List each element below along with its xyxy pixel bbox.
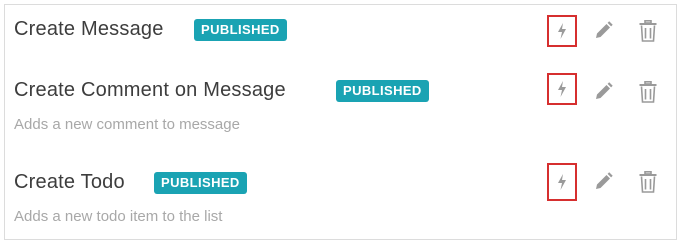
action-description: Adds a new comment to message bbox=[14, 116, 240, 133]
trash-icon bbox=[639, 171, 657, 193]
run-action-button[interactable] bbox=[547, 163, 577, 201]
action-title: Create Message bbox=[14, 18, 164, 40]
lightning-bolt-icon bbox=[558, 174, 566, 190]
edit-action-button[interactable] bbox=[588, 77, 618, 107]
pencil-icon bbox=[596, 82, 613, 99]
delete-action-button[interactable] bbox=[633, 77, 663, 107]
status-badge: PUBLISHED bbox=[154, 172, 247, 194]
pencil-icon bbox=[596, 172, 613, 189]
lightning-bolt-icon bbox=[558, 81, 566, 97]
trash-icon bbox=[639, 81, 657, 103]
run-action-button[interactable] bbox=[547, 15, 577, 47]
actions-panel: Create Message PUBLISHED Create Comment … bbox=[4, 4, 677, 240]
action-title: Create Todo bbox=[14, 171, 125, 193]
pencil-icon bbox=[596, 21, 613, 38]
edit-action-button[interactable] bbox=[588, 167, 618, 197]
run-action-button[interactable] bbox=[547, 73, 577, 105]
action-title: Create Comment on Message bbox=[14, 79, 286, 101]
status-badge: PUBLISHED bbox=[194, 19, 287, 41]
status-badge: PUBLISHED bbox=[336, 80, 429, 102]
delete-action-button[interactable] bbox=[633, 16, 663, 46]
edit-action-button[interactable] bbox=[588, 16, 618, 46]
action-description: Adds a new todo item to the list bbox=[14, 208, 223, 225]
trash-icon bbox=[639, 20, 657, 42]
lightning-bolt-icon bbox=[558, 23, 566, 39]
delete-action-button[interactable] bbox=[633, 167, 663, 197]
